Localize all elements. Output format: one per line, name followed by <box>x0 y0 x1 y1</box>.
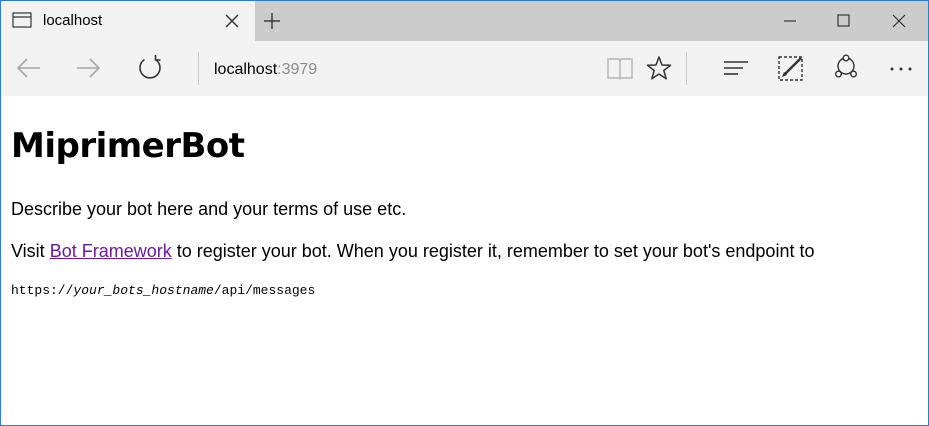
share-icon <box>834 54 858 78</box>
nav-divider <box>198 52 199 85</box>
endpoint-url: https://your_bots_hostname/api/messages <box>11 283 315 298</box>
address-port: :3979 <box>277 61 318 78</box>
reading-view-button[interactable] <box>605 53 635 83</box>
minimize-icon <box>784 20 796 22</box>
more-button[interactable] <box>886 53 916 83</box>
hub-icon <box>724 61 748 75</box>
star-icon <box>646 56 672 80</box>
browser-tab[interactable]: localhost <box>1 1 255 41</box>
title-bar: localhost <box>1 1 928 41</box>
address-host: localhost <box>214 61 278 78</box>
close-window-button[interactable] <box>871 1 927 41</box>
bot-framework-link[interactable]: Bot Framework <box>50 241 172 261</box>
new-tab-plus-icon[interactable] <box>262 11 282 31</box>
back-arrow-icon <box>16 58 40 78</box>
hub-button[interactable] <box>721 53 751 83</box>
favorites-button[interactable] <box>644 53 674 83</box>
bot-description: Describe your bot here and your terms of… <box>11 199 407 219</box>
browser-window: localhost localhost:3979 MiprimerBot Des… <box>0 0 929 426</box>
endpoint-path: /api/messages <box>213 283 316 298</box>
endpoint-prefix: https:// <box>11 283 74 298</box>
navigation-bar: localhost:3979 <box>1 41 928 96</box>
refresh-button[interactable] <box>135 53 165 83</box>
ellipsis-icon <box>890 67 912 71</box>
tab-title: localhost <box>43 12 103 29</box>
refresh-icon <box>139 55 161 79</box>
forward-arrow-icon <box>77 58 101 78</box>
page-title: MiprimerBot <box>11 126 245 166</box>
nav-divider <box>686 52 687 85</box>
pen-icon <box>778 56 803 81</box>
book-icon <box>607 58 633 80</box>
visit-paragraph: Visit Bot Framework to register your bot… <box>11 241 814 262</box>
web-note-button[interactable] <box>776 53 806 83</box>
minimize-button[interactable] <box>762 1 818 41</box>
tab-icon <box>12 12 32 28</box>
close-tab-icon[interactable] <box>223 12 241 30</box>
address-bar[interactable]: localhost:3979 <box>214 61 317 79</box>
visit-prefix: Visit <box>11 241 50 261</box>
share-button[interactable] <box>831 53 861 83</box>
endpoint-host: your_bots_hostname <box>73 283 214 298</box>
back-button[interactable] <box>13 53 43 83</box>
maximize-button[interactable] <box>816 1 872 41</box>
maximize-icon <box>837 14 850 27</box>
forward-button[interactable] <box>74 53 104 83</box>
visit-suffix: to register your bot. When you register … <box>171 241 815 261</box>
close-icon <box>892 14 906 28</box>
